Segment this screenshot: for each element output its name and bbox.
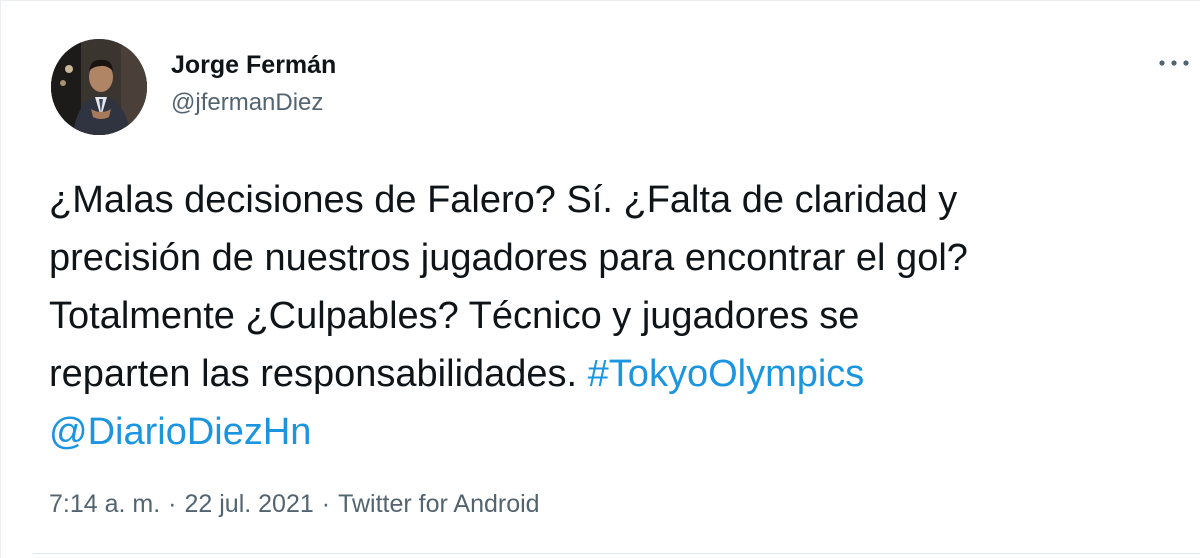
avatar-photo bbox=[51, 39, 147, 135]
tweet-text-line-with-mention: @DiarioDiezHn bbox=[49, 403, 1189, 461]
tweet-time[interactable]: 7:14 a. m. bbox=[49, 490, 160, 518]
separator-dot: · bbox=[168, 490, 177, 518]
tweet-source[interactable]: Twitter for Android bbox=[338, 490, 539, 518]
more-horizontal-icon[interactable] bbox=[1157, 53, 1191, 73]
tweet-card: Jorge Fermán @jfermanDiez ¿Malas decisio… bbox=[0, 0, 1200, 558]
tweet-metadata: 7:14 a. m. · 22 jul. 2021 · Twitter for Andr… bbox=[49, 486, 540, 522]
author-display-name[interactable]: Jorge Fermán bbox=[171, 49, 336, 81]
hashtag-link[interactable]: #TokyoOlympics bbox=[588, 353, 865, 395]
avatar[interactable] bbox=[51, 39, 147, 135]
tweet-author: Jorge Fermán @jfermanDiez bbox=[171, 49, 336, 119]
tweet-text-line: reparten las responsabilidades. bbox=[49, 353, 588, 395]
author-handle[interactable]: @jfermanDiez bbox=[171, 87, 336, 119]
divider bbox=[33, 553, 1200, 554]
tweet-text-line: precisión de nuestros jugadores para enc… bbox=[49, 237, 968, 279]
separator-dot: · bbox=[321, 490, 331, 518]
tweet-text-line: Totalmente ¿Culpables? Técnico y jugador… bbox=[49, 295, 860, 337]
mention-link[interactable]: @DiarioDiezHn bbox=[49, 411, 311, 453]
tweet-text-line-with-hashtag: reparten las responsabilidades. #TokyoOl… bbox=[49, 345, 1189, 403]
tweet-text: ¿Malas decisiones de Falero? Sí. ¿Falta … bbox=[49, 171, 1189, 461]
tweet-date[interactable]: 22 jul. 2021 bbox=[185, 490, 314, 518]
tweet-text-line: ¿Malas decisiones de Falero? Sí. ¿Falta … bbox=[49, 179, 958, 221]
